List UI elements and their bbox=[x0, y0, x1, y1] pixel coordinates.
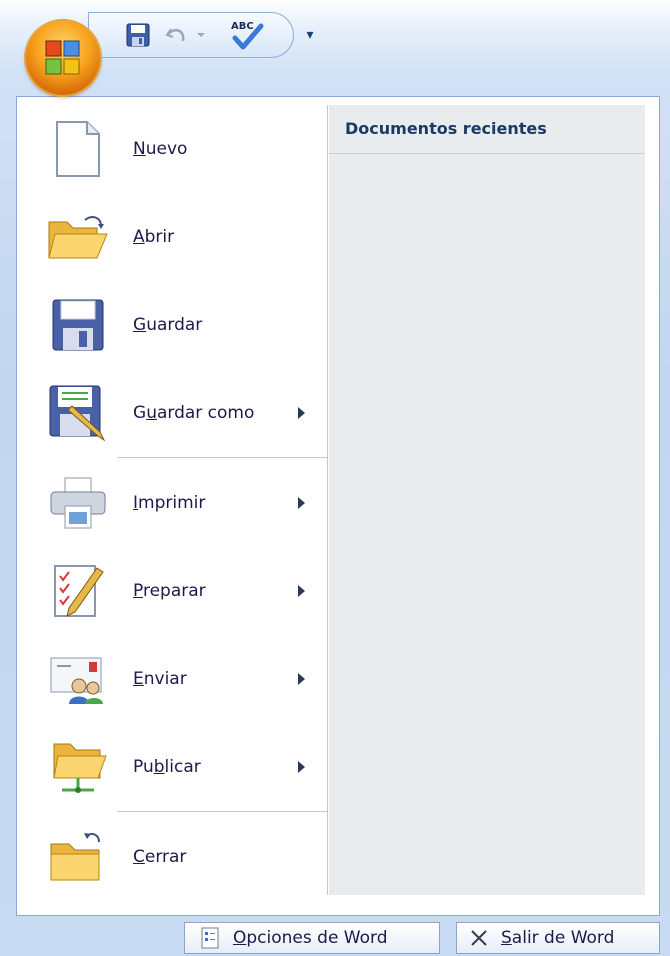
recent-documents-panel: Documentos recientes bbox=[329, 105, 645, 895]
submenu-arrow-icon bbox=[298, 761, 305, 773]
printer-icon bbox=[50, 477, 106, 529]
new-document-icon bbox=[56, 121, 100, 177]
close-x-icon bbox=[471, 930, 487, 946]
menu-item-label: Guardar bbox=[133, 315, 203, 335]
options-icon bbox=[201, 927, 219, 949]
spelling-check-icon: ABC bbox=[231, 21, 264, 50]
save-icon bbox=[52, 299, 104, 351]
menu-item-open[interactable]: Abrir bbox=[29, 193, 327, 281]
menu-footer: Opciones de Word Salir de Word bbox=[0, 916, 670, 956]
submenu-arrow-icon bbox=[298, 673, 305, 685]
qat-save-button[interactable] bbox=[120, 20, 156, 50]
open-folder-icon bbox=[48, 216, 108, 259]
menu-item-label: Nuevo bbox=[133, 139, 188, 159]
qat-undo-button[interactable] bbox=[160, 20, 210, 50]
recent-documents-separator bbox=[329, 153, 645, 154]
customize-dropdown-icon: ▾ bbox=[306, 27, 314, 43]
exit-word-button[interactable]: Salir de Word bbox=[456, 922, 660, 954]
exit-word-label: Salir de Word bbox=[501, 928, 615, 948]
submenu-arrow-icon bbox=[298, 497, 305, 509]
qat-spelling-button[interactable]: ABC bbox=[226, 20, 268, 50]
menu-item-prepare[interactable]: Preparar bbox=[29, 547, 327, 635]
quick-access-toolbar: ABC ▾ bbox=[0, 0, 670, 70]
menu-separator bbox=[117, 457, 327, 458]
menu-item-label: Cerrar bbox=[133, 847, 187, 867]
send-mail-icon bbox=[50, 657, 103, 704]
menu-item-label: Preparar bbox=[133, 581, 206, 601]
menu-item-save-as[interactable]: Guardar como bbox=[29, 369, 327, 457]
save-as-icon bbox=[49, 385, 106, 442]
recent-documents-title: Documentos recientes bbox=[345, 119, 547, 138]
qat-customize-button[interactable]: ▾ bbox=[300, 18, 320, 52]
menu-item-label: Publicar bbox=[133, 757, 201, 777]
office-logo-icon bbox=[45, 40, 80, 75]
menu-item-publish[interactable]: Publicar bbox=[29, 723, 327, 811]
prepare-document-icon bbox=[54, 565, 104, 617]
submenu-arrow-icon bbox=[298, 585, 305, 597]
menu-separator bbox=[117, 811, 327, 812]
office-menu: Nuevo Abrir Guardar Guardar como Imprimi… bbox=[16, 96, 660, 916]
close-folder-icon bbox=[50, 833, 100, 881]
menu-item-label: Guardar como bbox=[133, 403, 255, 423]
menu-item-send[interactable]: Enviar bbox=[29, 635, 327, 723]
menu-item-new[interactable]: Nuevo bbox=[29, 105, 327, 193]
undo-icon bbox=[165, 28, 205, 42]
word-options-label: Opciones de Word bbox=[233, 928, 388, 948]
menu-item-label: Enviar bbox=[133, 669, 187, 689]
menu-commands-panel: Nuevo Abrir Guardar Guardar como Imprimi… bbox=[29, 105, 328, 895]
publish-folder-icon bbox=[53, 743, 107, 793]
word-options-button[interactable]: Opciones de Word bbox=[184, 922, 440, 954]
menu-item-close[interactable]: Cerrar bbox=[29, 813, 327, 901]
spelling-icon-label: ABC bbox=[231, 21, 254, 32]
menu-item-label: Abrir bbox=[133, 227, 175, 247]
submenu-arrow-icon bbox=[298, 407, 305, 419]
menu-item-print[interactable]: Imprimir bbox=[29, 459, 327, 547]
office-button[interactable] bbox=[26, 21, 100, 95]
save-icon bbox=[126, 23, 150, 47]
menu-item-save[interactable]: Guardar bbox=[29, 281, 327, 369]
application-frame: ABC ▾ Nuevo Abrir Guardar Guardar como I… bbox=[0, 0, 670, 956]
menu-item-label: Imprimir bbox=[133, 493, 206, 513]
